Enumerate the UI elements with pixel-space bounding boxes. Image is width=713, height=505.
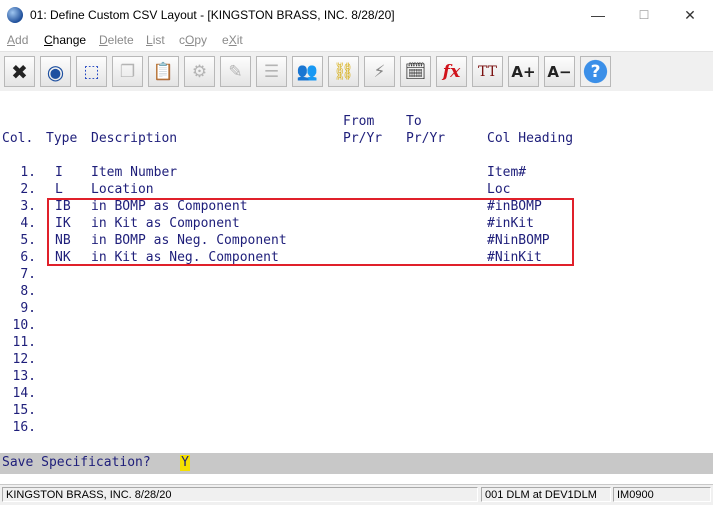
row-number: 7. xyxy=(20,267,36,282)
row-number: 14. xyxy=(12,386,36,401)
col-heading-header: Col Heading xyxy=(487,131,574,146)
font-decrease-icon[interactable]: A− xyxy=(544,56,575,87)
status-session: 001 DLM at DEV1DLM xyxy=(481,487,611,502)
status-bar: KINGSTON BRASS, INC. 8/28/20 001 DLM at … xyxy=(0,484,713,505)
row-number: 15. xyxy=(12,403,36,418)
menu-bar: Add Change Delete List cOpy eXit xyxy=(0,30,713,51)
users-icon[interactable]: 👥 xyxy=(292,56,323,87)
menu-list[interactable]: List xyxy=(146,33,165,47)
function-fx-icon[interactable]: fx xyxy=(436,56,467,87)
row-number: 6. xyxy=(20,250,36,265)
save-specification-input[interactable]: Y xyxy=(180,455,190,471)
status-company: KINGSTON BRASS, INC. 8/28/20 xyxy=(2,487,478,502)
toolbar: ✖ ◉ ⬚ ❐ 📋 ⚙ ✎ ☰ 👥 ⛓ ⚡ 🗓 fx TT A+ A−? xyxy=(0,51,713,93)
row-number: 5. xyxy=(20,233,36,248)
list-icon[interactable]: ☰ xyxy=(256,56,287,87)
row-number: 8. xyxy=(20,284,36,299)
row-number: 1. xyxy=(20,165,36,180)
text-size-icon[interactable]: TT xyxy=(472,56,503,87)
to-header-bottom: Pr/Yr xyxy=(406,131,446,146)
row-number: 13. xyxy=(12,369,36,384)
app-globe-icon xyxy=(7,7,23,23)
description-header: Description xyxy=(91,131,178,146)
row-number: 9. xyxy=(20,301,36,316)
col-header: Col. xyxy=(2,131,34,146)
calendar-edit-icon[interactable]: 🗓 xyxy=(400,56,431,87)
from-header-top: From xyxy=(343,114,375,129)
menu-delete[interactable]: Delete xyxy=(99,33,134,47)
row-type[interactable]: I xyxy=(55,165,63,180)
row-number: 16. xyxy=(12,420,36,435)
title-bar: 01: Define Custom CSV Layout - [KINGSTON… xyxy=(0,0,713,31)
row-type[interactable]: L xyxy=(55,182,63,197)
menu-add[interactable]: Add xyxy=(7,33,28,47)
menu-copy[interactable]: cOpy xyxy=(179,33,207,47)
row-number: 4. xyxy=(20,216,36,231)
from-header-bottom: Pr/Yr xyxy=(343,131,383,146)
link-chain-icon[interactable]: ⛓ xyxy=(328,56,359,87)
row-col-heading[interactable]: Loc xyxy=(487,182,510,197)
status-program: IM0900 xyxy=(613,487,711,502)
row-description[interactable]: Item Number xyxy=(91,165,177,180)
highlight-box xyxy=(47,198,574,266)
to-header-top: To xyxy=(406,114,422,129)
terminal-screen: From To Col. Type Description Pr/Yr Pr/Y… xyxy=(0,91,713,453)
select-box-icon[interactable]: ⬚ xyxy=(76,56,107,87)
menu-change[interactable]: Change xyxy=(44,33,86,47)
save-specification-prompt: Save Specification? xyxy=(2,455,151,470)
row-number: 11. xyxy=(12,335,36,350)
row-number: 12. xyxy=(12,352,36,367)
window-title: 01: Define Custom CSV Layout - [KINGSTON… xyxy=(30,8,395,22)
row-number: 10. xyxy=(12,318,36,333)
exit-x-icon[interactable]: ✖ xyxy=(4,56,35,87)
row-number: 3. xyxy=(20,199,36,214)
close-button[interactable]: ✕ xyxy=(667,0,713,30)
row-description[interactable]: Location xyxy=(91,182,154,197)
help-icon[interactable]: ? xyxy=(580,56,611,87)
edit-icon[interactable]: ✎ xyxy=(220,56,251,87)
minimize-button[interactable]: — xyxy=(575,0,621,30)
settings-gear-icon[interactable]: ⚙ xyxy=(184,56,215,87)
lightning-icon[interactable]: ⚡ xyxy=(364,56,395,87)
row-col-heading[interactable]: Item# xyxy=(487,165,526,180)
copy-icon[interactable]: ❐ xyxy=(112,56,143,87)
maximize-button[interactable]: ☐ xyxy=(621,0,667,30)
menu-exit[interactable]: eXit xyxy=(222,33,243,47)
row-number: 2. xyxy=(20,182,36,197)
paste-icon[interactable]: 📋 xyxy=(148,56,179,87)
globe-icon[interactable]: ◉ xyxy=(40,56,71,87)
type-header: Type xyxy=(46,131,78,146)
prompt-bar: Save Specification? Y xyxy=(0,453,713,474)
font-increase-icon[interactable]: A+ xyxy=(508,56,539,87)
